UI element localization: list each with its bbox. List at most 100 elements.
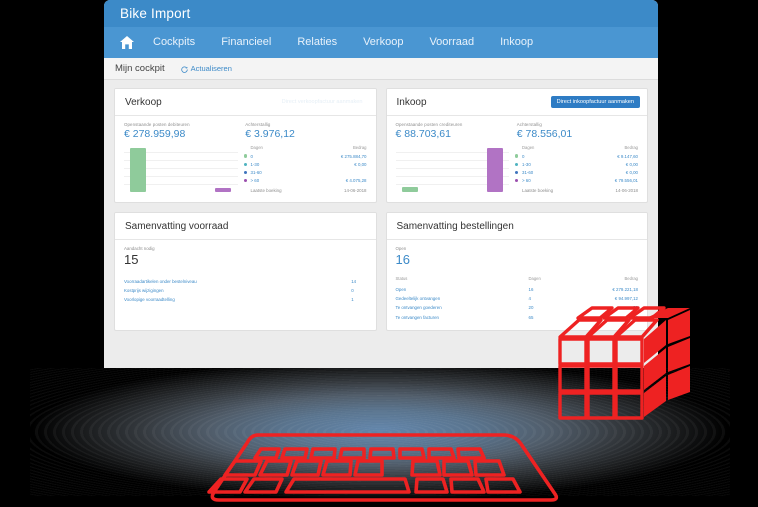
legend-dot xyxy=(243,178,247,183)
cell-amount: € 9.147,60 xyxy=(617,153,638,159)
table-row[interactable]: Voorlopige voorraadtelling 1 xyxy=(124,295,367,304)
nav-item-inkoop[interactable]: Inkoop xyxy=(487,27,546,58)
nav-item-relaties[interactable]: Relaties xyxy=(284,27,350,58)
cell-label: Kostprijs wijzigingen xyxy=(124,287,164,293)
table-row[interactable]: 31-60 € 0,00 xyxy=(515,168,638,176)
table-row[interactable]: > 60 € 79.556,01 xyxy=(515,177,638,185)
kpi-open-debtors-value: € 278.959,98 xyxy=(124,128,186,140)
table-row[interactable]: Voorraadartikelen onder bestelniveau 14 xyxy=(124,276,367,285)
legend-dot-cell xyxy=(243,168,251,176)
voorraad-summary-value: 15 xyxy=(124,252,139,268)
nav-item-financieel[interactable]: Financieel xyxy=(208,27,284,58)
main-navigation: Cockpits Financieel Relaties Verkoop Voo… xyxy=(104,27,658,58)
cell-label: Voorraadartikelen onder bestelniveau xyxy=(124,278,197,284)
legend-dot-cell xyxy=(243,177,251,185)
chart-bar xyxy=(486,148,503,192)
cell-days: 31-60 xyxy=(522,169,534,175)
table-row[interactable]: 1-30 € 0,00 xyxy=(243,160,367,168)
rubiks-cube-wireframe xyxy=(556,306,701,426)
breadcrumb: Mijn cockpit xyxy=(115,63,165,74)
screenshot-stage: Bike Import Cockpits Financieel Relaties… xyxy=(0,0,758,507)
kpi-overdue-purchase-label: Achterstallig xyxy=(516,122,542,127)
cell-days: 4 xyxy=(528,295,531,301)
last-entry-value: 14-06-2018 xyxy=(615,187,638,193)
cell-amount: € 94.997,12 xyxy=(614,295,638,301)
cell-status: Te ontvangen facturen xyxy=(395,314,439,320)
cell-status: Te ontvangen goederen xyxy=(395,305,442,311)
verkoop-legend: Dagen Bedrag 0 € 275.884,70 1-30 € 0,00 31-6… xyxy=(243,145,367,195)
cell-days: 0 xyxy=(522,153,525,159)
card-bestellingen-header: Samenvatting bestellingen xyxy=(386,213,647,241)
cell-value: 1 xyxy=(351,297,354,303)
cell-amount: € 275.884,70 xyxy=(340,153,367,159)
card-verkoop-header: Verkoop Direct verkoopfactuur aanmaken xyxy=(115,89,376,116)
cell-amount: € 0,00 xyxy=(625,169,638,175)
card-verkoop-title: Verkoop xyxy=(125,96,162,108)
last-entry-label: Laatste boeking xyxy=(522,187,554,193)
kpi-overdue-sales-label: Achterstallig xyxy=(245,122,271,127)
legend-dot-cell xyxy=(515,152,522,160)
last-entry-value: 14-06-2018 xyxy=(344,187,367,193)
legend-dot-col xyxy=(515,145,522,152)
table-row[interactable]: > 60 € 4.075,28 xyxy=(243,177,367,185)
table-row[interactable]: 31-60 xyxy=(243,168,367,176)
cell-days: > 60 xyxy=(250,178,260,184)
card-verkoop: Verkoop Direct verkoopfactuur aanmaken O… xyxy=(114,88,377,204)
kpi-overdue-sales: Achterstallig € 3.976,12 xyxy=(245,122,366,140)
col-amount: Bedrag xyxy=(624,276,638,282)
kpi-overdue-purchase-value: € 78.556,01 xyxy=(516,128,573,140)
kpi-open-debtors-label: Openstaande posten debiteuren xyxy=(124,122,190,127)
legend-dot xyxy=(243,170,247,174)
nav-item-verkoop[interactable]: Verkoop xyxy=(350,27,416,58)
create-sales-invoice-button[interactable]: Direct verkoopfactuur aanmaken xyxy=(276,96,369,108)
cell-days: > 60 xyxy=(522,178,531,184)
cell-amount: € 279.221,18 xyxy=(612,286,638,292)
col-days: Dagen xyxy=(528,276,541,282)
spacer-cell xyxy=(244,185,251,195)
table-row[interactable]: Kostprijs wijzigingen 0 xyxy=(124,286,367,295)
table-row-last-entry: Laatste boeking 14-06-2018 xyxy=(244,185,367,195)
home-icon[interactable] xyxy=(114,36,140,49)
table-header-row: Dagen Bedrag xyxy=(244,145,367,152)
app-title: Bike Import xyxy=(120,6,191,21)
refresh-button[interactable]: Actualiseren xyxy=(180,60,232,78)
bestellingen-summary-label: Open xyxy=(395,246,407,252)
table-row[interactable]: Gedeeltelijk ontvangen 4 € 94.997,12 xyxy=(396,294,639,303)
refresh-icon xyxy=(180,60,188,78)
sub-header-bar: Mijn cockpit Actualiseren xyxy=(104,58,658,80)
card-inkoop-body: Openstaande posten crediteuren € 88.703,… xyxy=(387,116,648,202)
cell-days: 1-30 xyxy=(522,161,531,167)
table-row[interactable]: Open 16 € 279.221,18 xyxy=(396,284,639,293)
cell-value: 14 xyxy=(351,278,357,284)
cell-days: 0 xyxy=(250,153,253,159)
verkoop-lower: Dagen Bedrag 0 € 275.884,70 1-30 € 0,00 31-6… xyxy=(124,145,367,194)
create-purchase-invoice-button[interactable]: Direct inkoopfactuur aanmaken xyxy=(550,96,640,108)
table-row-last-entry: Laatste boeking 14-06-2018 xyxy=(515,185,638,195)
verkoop-bar-chart xyxy=(124,145,238,192)
cell-amount: € 0,00 xyxy=(354,161,367,167)
nav-item-cockpits[interactable]: Cockpits xyxy=(140,27,208,58)
legend-dot xyxy=(515,154,519,158)
col-status: Status xyxy=(395,276,408,282)
chart-bars xyxy=(124,145,238,192)
voorraad-table: Voorraadartikelen onder bestelniveau 14 Ko… xyxy=(124,276,367,304)
col-amount: Bedrag xyxy=(624,145,638,150)
chart-bar xyxy=(401,186,418,192)
nav-item-voorraad[interactable]: Voorraad xyxy=(416,27,487,58)
legend-dot-col xyxy=(244,145,251,152)
legend-dot xyxy=(515,162,519,166)
table-row[interactable]: 1-30 € 0,00 xyxy=(515,160,638,168)
verkoop-aging-table: Dagen Bedrag 0 € 275.884,70 1-30 € 0,00 31-6… xyxy=(243,145,367,195)
card-inkoop-title: Inkoop xyxy=(396,96,427,108)
legend-dot xyxy=(243,154,247,158)
table-row[interactable]: 0 € 9.147,60 xyxy=(515,152,638,160)
spacer-cell xyxy=(515,185,522,195)
cell-value: 0 xyxy=(351,287,354,293)
col-days: Dagen xyxy=(250,145,263,150)
inkoop-bar-chart xyxy=(395,145,510,192)
legend-dot xyxy=(515,178,519,183)
title-bar: Bike Import xyxy=(104,0,658,27)
table-row[interactable]: 0 € 275.884,70 xyxy=(243,152,367,160)
dashboard-row-top: Verkoop Direct verkoopfactuur aanmaken O… xyxy=(114,88,648,204)
legend-dot-cell xyxy=(515,177,522,185)
